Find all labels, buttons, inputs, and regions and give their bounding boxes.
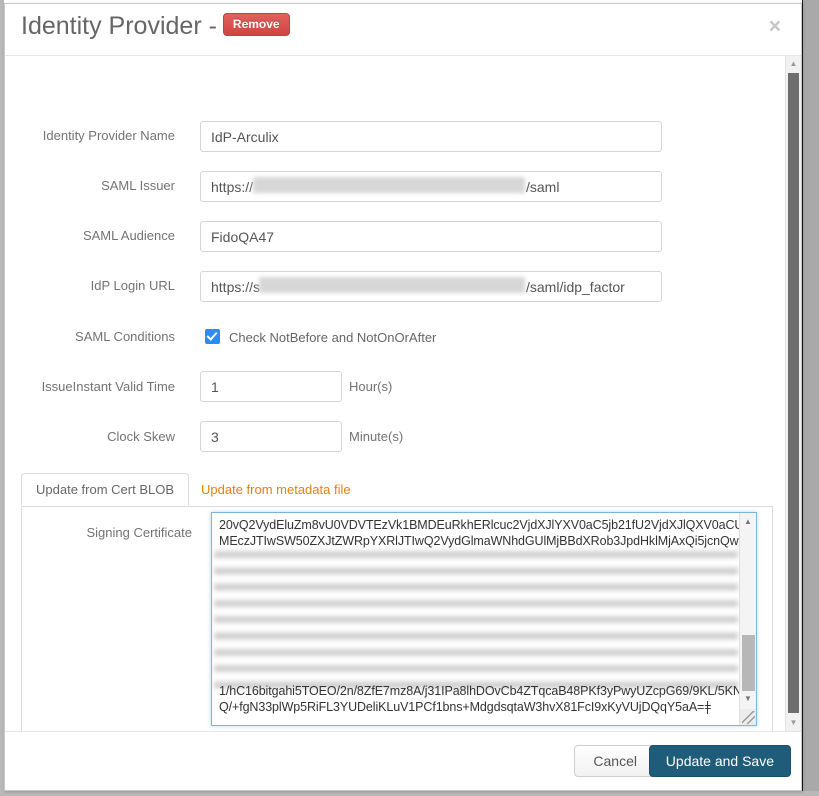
modal-scroll-up-icon[interactable]: ▲ <box>786 56 801 72</box>
tabs-strip: Update from Cert BLOB Update from metada… <box>21 473 773 507</box>
label-signing-certificate: Signing Certificate <box>20 525 192 540</box>
tab-panel-cert-blob: Signing Certificate 20vQ2VydEluZm8vU0VDV… <box>21 507 773 746</box>
signing-certificate-text-tail: 1/hC16bitgahi5TOEO/2n/8ZfE7mz8A/j31IPa8l… <box>212 679 740 725</box>
modal-scroll-down-icon[interactable]: ▼ <box>786 715 801 731</box>
saml-conditions-checkbox-label: Check NotBefore and NotOnOrAfter <box>229 330 436 345</box>
identity-provider-modal: Identity Provider - Remove × Identity Pro… <box>4 3 802 791</box>
modal-footer: Cancel Update and Save <box>5 731 801 790</box>
scroll-down-icon[interactable]: ▼ <box>740 690 756 707</box>
update-and-save-button[interactable]: Update and Save <box>649 745 791 777</box>
issue-instant-unit: Hour(s) <box>349 379 392 394</box>
page-title: Identity Provider - Remove <box>21 12 290 41</box>
cert-line-1: 20vQ2VydEluZm8vU0VDVTEzVk1BMDEuRkhERlcuc… <box>219 518 740 532</box>
label-issue-instant-valid-time: IssueInstant Valid Time <box>4 379 175 394</box>
close-icon[interactable]: × <box>769 16 781 37</box>
page-border-bottom <box>0 791 819 796</box>
tab-update-from-cert-blob[interactable]: Update from Cert BLOB <box>21 473 189 506</box>
cancel-button[interactable]: Cancel <box>574 745 656 777</box>
resize-handle-icon[interactable] <box>740 709 756 725</box>
clock-skew-unit: Minute(s) <box>349 429 403 444</box>
tab-update-from-metadata-file[interactable]: Update from metadata file <box>186 473 366 506</box>
page-scrollbar[interactable] <box>802 0 819 791</box>
saml-conditions-checkbox[interactable] <box>205 329 220 344</box>
label-idp-login-url: IdP Login URL <box>4 278 175 293</box>
update-source-tabs: Update from Cert BLOB Update from metada… <box>21 473 773 746</box>
cert-line-2: MEczJTIwSW50ZXJtZWRpYXRlJTIwQ2VydGlmaWNh… <box>219 534 740 548</box>
signing-certificate-textarea[interactable]: 20vQ2VydEluZm8vU0VDVTEzVk1BMDEuRkhERlcuc… <box>211 512 757 726</box>
modal-title-text: Identity Provider - <box>21 12 217 40</box>
cert-line-last-2: 1/hC16bitgahi5TOEO/2n/8ZfE7mz8A/j31IPa8l… <box>219 684 740 698</box>
modal-scrollbar[interactable]: ▲ ▼ <box>785 56 801 731</box>
certificate-scrollbar[interactable]: ▲ ▼ <box>739 513 756 725</box>
identity-provider-name-input[interactable] <box>200 121 662 152</box>
label-clock-skew: Clock Skew <box>4 429 175 444</box>
cert-line-last-1: Q/+fgN33plWp5RiFL3YUDeliKLuV1PCf1bns+Mdg… <box>219 700 711 714</box>
certificate-scrollbar-thumb[interactable] <box>742 635 755 691</box>
label-saml-audience: SAML Audience <box>4 228 175 243</box>
saml-audience-input[interactable] <box>200 221 662 252</box>
label-saml-conditions: SAML Conditions <box>4 329 175 344</box>
modal-header: Identity Provider - Remove × <box>5 4 801 56</box>
idp-login-url-redaction <box>259 277 525 293</box>
scroll-up-icon[interactable]: ▲ <box>740 513 756 530</box>
label-saml-issuer: SAML Issuer <box>4 178 175 193</box>
label-identity-provider-name: Identity Provider Name <box>4 128 175 143</box>
saml-issuer-redaction <box>253 177 525 193</box>
modal-body: Identity Provider Name SAML Issuer https… <box>5 56 801 731</box>
clock-skew-input[interactable] <box>200 421 342 452</box>
issue-instant-valid-time-input[interactable] <box>200 371 342 402</box>
page-root: Identity Provider - Remove × Identity Pro… <box>0 0 819 796</box>
text-caret <box>707 701 708 714</box>
modal-scrollbar-thumb[interactable] <box>788 73 799 713</box>
remove-button[interactable]: Remove <box>223 13 290 36</box>
